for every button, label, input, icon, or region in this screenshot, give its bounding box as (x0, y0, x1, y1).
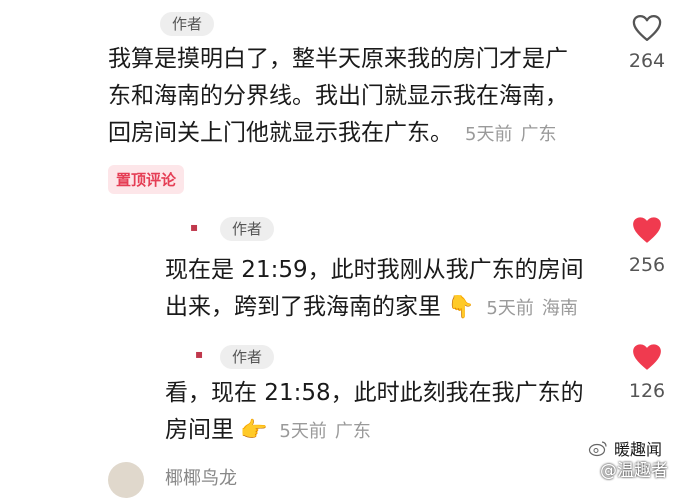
comment-body: 我算是摸明白了，整半天原来我的房门才是广 东和海南的分界线。我出门就显示我在海南… (108, 44, 568, 148)
comment-meta: 5天前 广东 (465, 120, 564, 146)
author-tag: 作者 (220, 345, 275, 369)
avatar[interactable]: ▪ (190, 220, 198, 234)
pinned-comment-badge: 置顶评论 (108, 165, 185, 194)
comment-text-line: 现在是 21:59，此时我刚从我广东的房间 (165, 257, 584, 283)
heart-outline-icon (632, 15, 662, 41)
comment-time: 5天前 (279, 421, 327, 442)
comment-text-line: 我算是摸明白了，整半天原来我的房门才是广 (108, 46, 568, 72)
comment-time: 5天前 (486, 298, 534, 319)
like-count: 264 (628, 50, 666, 72)
weibo-icon (588, 441, 607, 457)
pointing-down-emoji: 👇 (447, 294, 475, 320)
comment-text-line: 东和海南的分界线。我出门就显示我在海南， (108, 83, 568, 109)
comment-meta: 5天前 海南 (486, 294, 585, 320)
comment-meta: 5天前 广东 (279, 417, 378, 443)
comment-username[interactable]: 椰椰鸟龙 (165, 464, 237, 490)
like-button[interactable] (632, 216, 662, 248)
like-count: 126 (628, 380, 666, 402)
comment-location: 海南 (541, 298, 578, 319)
comment-location: 广东 (334, 421, 371, 442)
comment-time: 5天前 (465, 124, 513, 145)
like-button[interactable] (632, 14, 662, 46)
heart-filled-icon (633, 344, 661, 370)
comment-body: 看，现在 21:58，此时此刻我在我广东的 房间里 👉 5天前 广东 (165, 378, 584, 445)
like-button[interactable] (632, 343, 662, 375)
like-count: 256 (628, 254, 666, 276)
watermark-handle: @温趣者 (600, 461, 668, 481)
heart-filled-icon (633, 217, 661, 243)
avatar[interactable] (108, 462, 144, 498)
comment-text-line: 看，现在 21:58，此时此刻我在我广东的 (165, 380, 584, 406)
comment-text-line: 房间里 (165, 417, 234, 443)
comment-location: 广东 (520, 124, 557, 145)
avatar[interactable]: ▪ (195, 347, 203, 361)
comment-body: 现在是 21:59，此时我刚从我广东的房间 出来，跨到了我海南的家里 👇 5天前… (165, 255, 586, 322)
author-tag: 作者 (160, 12, 215, 36)
pointing-right-emoji: 👉 (240, 417, 268, 443)
comment-text-line: 出来，跨到了我海南的家里 (165, 294, 441, 320)
author-tag: 作者 (220, 217, 275, 241)
comment-text-line: 回房间关上门他就显示我在广东。 (108, 120, 453, 146)
